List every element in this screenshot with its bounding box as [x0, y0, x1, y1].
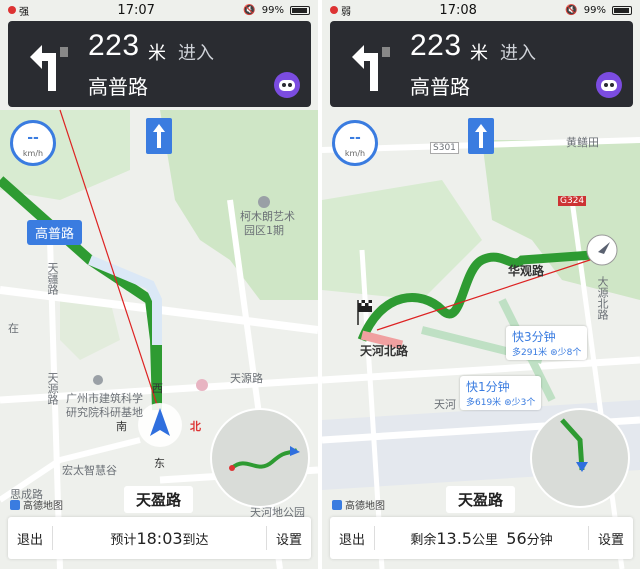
screenshot-pair: 强 17:07 🔇 99% 223 米 进入 高普路 -- km/h 高普路 柯…: [0, 0, 640, 569]
speed-indicator: -- km/h: [10, 120, 56, 166]
traffic-light-icon: ⊛: [550, 348, 558, 358]
signal-dot-icon: [330, 6, 338, 14]
traffic-light-icon: ⊛: [504, 398, 512, 408]
current-road-label: 天盈路: [124, 486, 194, 513]
mute-icon: 🔇: [243, 4, 256, 16]
map-label-dayuan: 大源北路: [596, 276, 609, 320]
map-label-huaguan: 华观路: [508, 264, 545, 278]
map-label-hongtai: 宏太智慧谷: [62, 464, 117, 477]
status-right: 🔇 99%: [243, 5, 310, 16]
settings-button[interactable]: 设置: [589, 529, 633, 548]
lane-straight-icon: [146, 118, 172, 154]
map-label-tianyuan: 天源路: [230, 372, 263, 385]
compass-west: 西: [152, 382, 163, 395]
minimap-route: [560, 418, 588, 472]
current-road-label: 天盈路: [446, 486, 516, 513]
remaining-text: 剩余13.5公里 56分钟: [410, 528, 553, 548]
amap-logo-icon: [10, 499, 20, 510]
map-label-tianyuan-lu: 天源路: [46, 372, 59, 405]
compass-north: 北: [190, 420, 201, 433]
overview-minimap[interactable]: [530, 408, 630, 508]
minimap-route: [229, 446, 300, 471]
mute-icon: 🔇: [565, 4, 578, 16]
turn-left-arrow-icon: [30, 45, 68, 91]
exit-button[interactable]: 退出: [8, 529, 52, 548]
map-label-tianzhen: 天疆路: [46, 262, 59, 295]
turn-distance: 223: [88, 29, 140, 62]
alt-route-bubble[interactable]: 快3分钟 多291米 ⊛少8个: [506, 326, 588, 360]
turn-instruction-card[interactable]: 223 米 进入 高普路: [330, 21, 633, 107]
signal-indicator: 强: [8, 3, 29, 18]
eta-text: 预计18:03到达: [110, 528, 209, 548]
map-label-zai: 在: [8, 322, 19, 335]
compass-south: 南: [116, 420, 127, 433]
map-label-g324: G324: [558, 196, 587, 206]
signal-dot-icon: [8, 6, 16, 14]
status-time: 17:08: [439, 2, 477, 18]
battery-icon: [290, 5, 310, 15]
map-label-institute2: 研究院科研基地: [66, 406, 143, 419]
road-tag: 高普路: [27, 220, 83, 245]
turn-action: 进入: [500, 43, 536, 64]
amap-logo-icon: [332, 499, 342, 510]
status-time: 17:07: [117, 2, 155, 18]
turn-action: 进入: [178, 43, 214, 64]
map-label-tianhe: 天河: [434, 398, 456, 411]
nav-screen-1: 强 17:07 🔇 99% 223 米 进入 高普路 -- km/h 高普路 柯…: [0, 0, 318, 569]
overview-minimap[interactable]: [210, 408, 310, 508]
voice-assistant-icon[interactable]: [273, 71, 301, 99]
map-label-s301: S301: [430, 142, 459, 154]
bottom-bar: 退出 剩余13.5公里 56分钟 设置: [330, 517, 633, 559]
settings-button[interactable]: 设置: [267, 529, 311, 548]
speed-indicator: -- km/h: [332, 120, 378, 166]
bottom-bar: 退出 预计18:03到达 设置: [8, 517, 311, 559]
map-label-tianhe-bei: 天河北路: [360, 344, 409, 358]
map-label-kemu2: 园区1期: [244, 224, 284, 237]
turn-road-name: 高普路: [88, 75, 148, 99]
status-bar: 弱 17:08 🔇 99%: [322, 0, 640, 20]
amap-logo: 高德地图: [332, 497, 385, 512]
turn-distance: 223: [410, 29, 462, 62]
turn-road-name: 高普路: [410, 75, 470, 99]
signal-indicator: 弱: [330, 3, 351, 18]
turn-left-arrow-icon: [352, 45, 390, 91]
exit-button[interactable]: 退出: [330, 529, 374, 548]
lane-straight-icon: [468, 118, 494, 154]
alt-route-bubble[interactable]: 快1分钟 多619米 ⊛少3个: [460, 376, 542, 410]
nav-screen-2: 弱 17:08 🔇 99% 223 米 进入 高普路 -- km/h 黄鳝田 S…: [322, 0, 640, 569]
amap-logo: 高德地图: [10, 497, 63, 512]
turn-distance-unit: 米: [148, 43, 166, 64]
battery-icon: [612, 5, 632, 15]
turn-distance-unit: 米: [470, 43, 488, 64]
compass-east: 东: [154, 457, 165, 470]
status-right: 🔇 99%: [565, 5, 632, 16]
status-bar: 强 17:07 🔇 99%: [0, 0, 318, 20]
turn-instruction-card[interactable]: 223 米 进入 高普路: [8, 21, 311, 107]
voice-assistant-icon[interactable]: [595, 71, 623, 99]
map-label-huangjintian: 黄鳝田: [566, 136, 599, 149]
